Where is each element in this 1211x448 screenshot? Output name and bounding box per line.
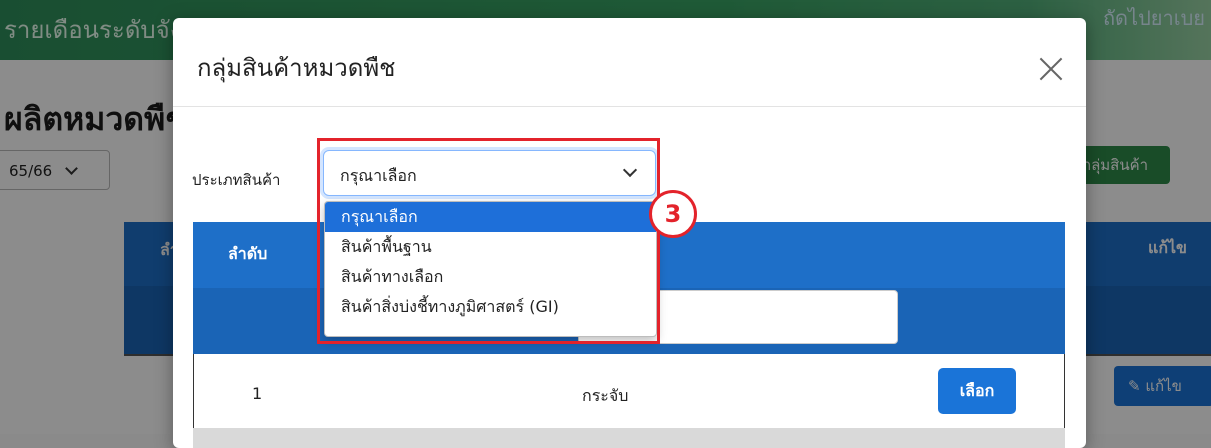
modal-header: กลุ่มสินค้าหมวดพืช [173,18,1086,107]
choose-button[interactable]: เลือก [938,368,1016,414]
option-alternative-products[interactable]: สินค้าทางเลือก [325,262,656,292]
product-type-options: กรุณาเลือก สินค้าพื้นฐาน สินค้าทางเลือก … [324,201,657,337]
chevron-down-icon [622,162,638,178]
modal-title: กลุ่มสินค้าหมวดพืช [197,54,396,82]
close-icon[interactable] [1038,56,1064,82]
product-type-select-value: กรุณาเลือก [340,166,417,185]
product-type-label: ประเภทสินค้า [192,171,281,189]
row-number: 1 [252,384,263,403]
header-order: ลำดับ [228,244,268,263]
table-row: 1 กระจับ เลือก [193,354,1065,428]
option-gi-products[interactable]: สินค้าสิ่งบ่งชี้ทางภูมิศาสตร์ (GI) [325,292,656,322]
option-please-select[interactable]: กรุณาเลือก [325,202,656,232]
table-row [193,428,1065,448]
product-type-select[interactable]: กรุณาเลือก [323,150,656,196]
row-product-name: กระจับ [582,386,629,405]
option-basic-products[interactable]: สินค้าพื้นฐาน [325,232,656,262]
step-badge: 3 [649,190,697,238]
